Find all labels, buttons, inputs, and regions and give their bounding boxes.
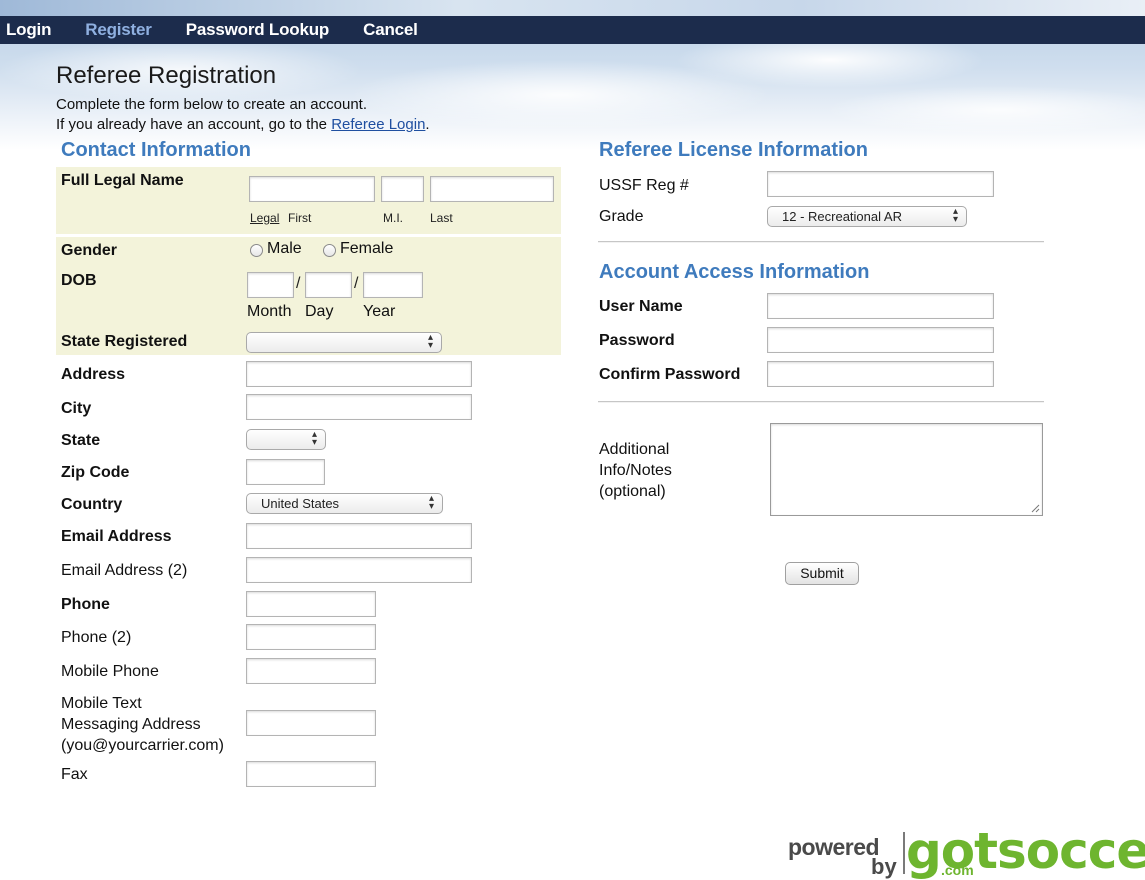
- zip-code-label: Zip Code: [61, 464, 130, 481]
- first-name-input[interactable]: [249, 176, 375, 202]
- country-select[interactable]: United States ▴ ▾: [246, 493, 443, 514]
- logo-com-text: .com: [941, 862, 974, 878]
- confirm-password-input[interactable]: [767, 361, 994, 387]
- dob-month-sublabel: Month: [247, 303, 292, 320]
- gender-label: Gender: [61, 242, 118, 259]
- select-arrows-icon: ▴ ▾: [952, 206, 958, 225]
- resize-grip-icon[interactable]: [1030, 503, 1040, 513]
- email-label: Email Address: [61, 528, 172, 545]
- license-info-heading: Referee License Information: [599, 139, 868, 161]
- fax-input[interactable]: [246, 761, 376, 787]
- country-value: United States: [261, 496, 340, 511]
- contact-info-heading: Contact Information: [61, 139, 251, 161]
- country-label: Country: [61, 496, 123, 513]
- mobile-text-input[interactable]: [246, 710, 376, 736]
- email-input[interactable]: [246, 523, 472, 549]
- intro-text: Complete the form below to create an acc…: [56, 95, 430, 135]
- grade-label: Grade: [599, 208, 644, 225]
- logo-powered-text: powered: [788, 834, 880, 860]
- select-arrows-icon: ▴ ▾: [311, 429, 317, 448]
- nav-cancel[interactable]: Cancel: [363, 20, 418, 40]
- confirm-password-label: Confirm Password: [599, 366, 741, 383]
- select-arrows-icon: ▴ ▾: [428, 493, 434, 512]
- first-sublabel: First: [288, 211, 312, 225]
- intro-line-2-prefix: If you already have an account, go to th…: [56, 116, 332, 133]
- city-label: City: [61, 400, 92, 417]
- dob-year-input[interactable]: [363, 272, 423, 298]
- legal-sublabel: Legal: [250, 211, 280, 225]
- dob-day-input[interactable]: [305, 272, 352, 298]
- top-navigation: Login Register Password Lookup Cancel: [0, 16, 1145, 44]
- address-label: Address: [61, 366, 126, 383]
- page-title: Referee Registration: [56, 62, 277, 89]
- mobile-phone-input[interactable]: [246, 658, 376, 684]
- fax-label: Fax: [61, 766, 88, 783]
- phone2-input[interactable]: [246, 624, 376, 650]
- state-select[interactable]: ▴ ▾: [246, 429, 326, 450]
- gender-female-radio[interactable]: [323, 244, 336, 257]
- dob-month-input[interactable]: [247, 272, 294, 298]
- address-input[interactable]: [246, 361, 472, 387]
- gender-male-label[interactable]: Male: [267, 240, 302, 258]
- nav-login[interactable]: Login: [6, 20, 51, 40]
- nav-register[interactable]: Register: [85, 20, 152, 40]
- submit-button[interactable]: Submit: [785, 562, 859, 585]
- mobile-text-label-line-3: (you@yourcarrier.com): [61, 737, 224, 754]
- full-legal-name-label: Full Legal Name: [61, 172, 184, 189]
- mobile-text-label-line-2: Messaging Address: [61, 716, 201, 733]
- email2-input[interactable]: [246, 557, 472, 583]
- notes-label-line-3: (optional): [599, 483, 666, 500]
- state-label: State: [61, 432, 101, 449]
- mobile-text-label: Mobile Text Messaging Address (you@yourc…: [61, 693, 224, 756]
- mobile-text-label-line-1: Mobile Text: [61, 695, 142, 712]
- last-name-input[interactable]: [430, 176, 554, 202]
- password-input[interactable]: [767, 327, 994, 353]
- dob-label: DOB: [61, 272, 97, 289]
- state-registered-select[interactable]: ▴ ▾: [246, 332, 442, 353]
- grade-value: 12 - Recreational AR: [782, 209, 902, 224]
- top-strip: [0, 0, 1145, 16]
- notes-textarea[interactable]: [770, 423, 1043, 516]
- dob-day-sublabel: Day: [305, 303, 334, 320]
- username-input[interactable]: [767, 293, 994, 319]
- ussf-reg-label: USSF Reg #: [599, 177, 689, 194]
- notes-label-line-2: Info/Notes: [599, 462, 672, 479]
- intro-line-1: Complete the form below to create an acc…: [56, 96, 368, 113]
- notes-label-line-1: Additional: [599, 441, 670, 458]
- license-divider: [598, 241, 1044, 243]
- phone2-label: Phone (2): [61, 629, 132, 646]
- ussf-reg-input[interactable]: [767, 171, 994, 197]
- mobile-phone-label: Mobile Phone: [61, 663, 159, 680]
- state-registered-label: State Registered: [61, 333, 188, 350]
- referee-login-link[interactable]: Referee Login: [331, 116, 425, 133]
- last-sublabel: Last: [430, 211, 453, 225]
- grade-select[interactable]: 12 - Recreational AR ▴ ▾: [767, 206, 967, 227]
- dob-year-sublabel: Year: [363, 303, 396, 320]
- gender-male-radio[interactable]: [250, 244, 263, 257]
- account-info-heading: Account Access Information: [599, 261, 870, 283]
- dob-separator-2: /: [354, 275, 359, 292]
- nav-password-lookup[interactable]: Password Lookup: [186, 20, 330, 40]
- dob-separator-1: /: [296, 275, 301, 292]
- gender-female-label[interactable]: Female: [340, 240, 393, 258]
- powered-by-gotsoccer-logo: powered by gotsoccer .com: [786, 822, 1145, 880]
- notes-label: Additional Info/Notes (optional): [599, 439, 672, 502]
- intro-line-2: If you already have an account, go to th…: [56, 115, 430, 135]
- zip-code-input[interactable]: [246, 459, 325, 485]
- select-arrows-icon: ▴ ▾: [427, 332, 433, 351]
- logo-by-text: by: [871, 854, 897, 879]
- account-divider: [598, 401, 1044, 403]
- email2-label: Email Address (2): [61, 562, 188, 579]
- username-label: User Name: [599, 298, 683, 315]
- mi-sublabel: M.I.: [383, 211, 403, 225]
- phone-label: Phone: [61, 596, 110, 613]
- logo-divider: [903, 832, 905, 874]
- middle-initial-input[interactable]: [381, 176, 424, 202]
- city-input[interactable]: [246, 394, 472, 420]
- password-label: Password: [599, 332, 675, 349]
- gender-row-band: [56, 237, 561, 267]
- intro-line-2-suffix: .: [425, 116, 430, 133]
- phone-input[interactable]: [246, 591, 376, 617]
